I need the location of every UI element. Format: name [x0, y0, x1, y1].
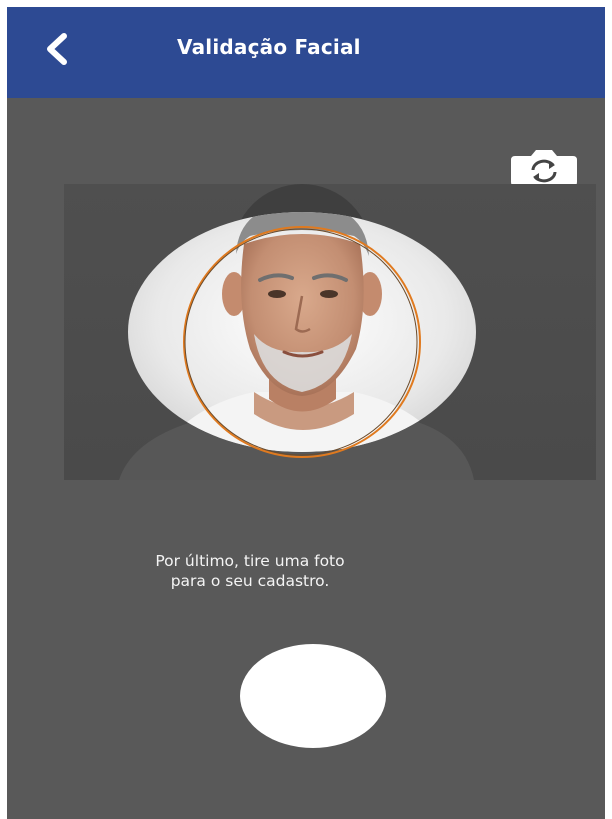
back-button[interactable] — [35, 27, 79, 71]
instruction-line-1: Por último, tire uma foto — [155, 552, 345, 570]
instruction-text: Por último, tire uma foto para o seu cad… — [125, 551, 375, 591]
capture-photo-button[interactable] — [240, 644, 386, 748]
chevron-left-icon — [47, 33, 67, 65]
face-validation-screen: Validação Facial Por último, tire uma fo… — [7, 7, 605, 819]
switch-camera-button[interactable] — [509, 150, 579, 186]
camera-switch-icon — [511, 150, 577, 186]
app-header: Validação Facial — [7, 7, 605, 98]
camera-preview — [64, 184, 596, 480]
page-title: Validação Facial — [177, 35, 361, 59]
instruction-line-2: para o seu cadastro. — [170, 572, 330, 590]
face-preview-image — [119, 184, 476, 480]
